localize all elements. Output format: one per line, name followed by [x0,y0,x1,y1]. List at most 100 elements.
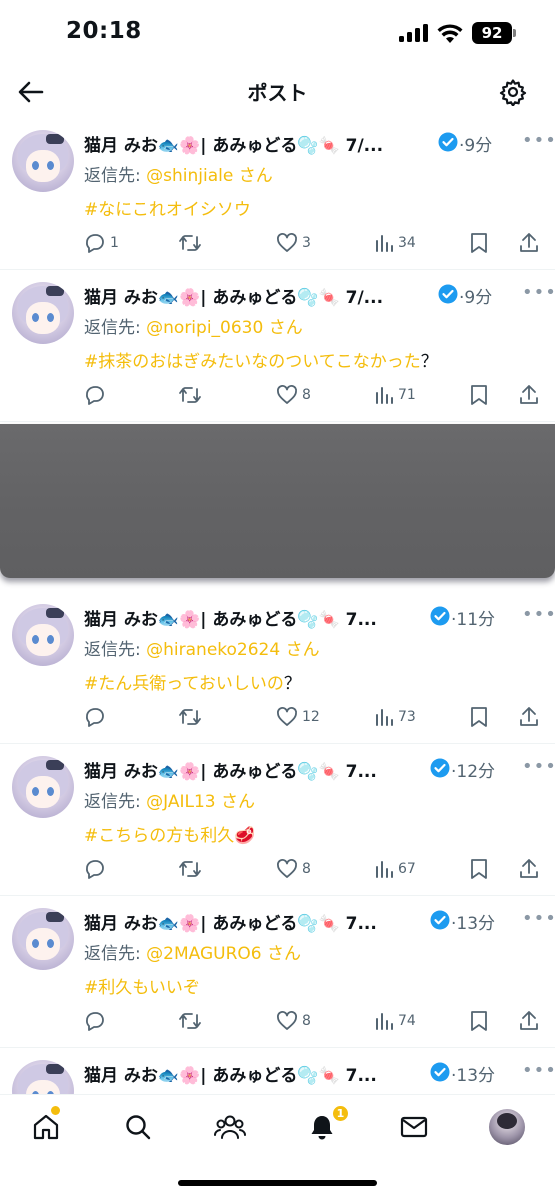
like-button[interactable]: 8 [276,1008,311,1034]
search-icon [126,1115,151,1140]
views-button[interactable]: 74 [374,1008,416,1034]
share-button[interactable] [519,704,539,730]
hashtag[interactable]: #抹茶のおはぎみたいなのついてこなかった [84,352,421,372]
more-options-icon[interactable]: ••• [522,282,555,303]
share-button[interactable] [519,382,539,408]
bookmark-icon [471,233,487,253]
reply-post[interactable]: 猫月 みお🐟🌸| あみゅどる🫧🍬 7... ·13分 ••• 返信先: @2MA… [0,896,555,1048]
bookmark-button[interactable] [470,1008,488,1034]
reply-button[interactable] [84,382,110,408]
reply-handle[interactable]: @shinjiale [146,166,233,186]
repost-button[interactable] [178,230,206,256]
wifi-icon [437,24,463,43]
more-options-icon[interactable]: ••• [522,756,555,777]
reply-to-line: 返信先: @shinjiale さん [84,161,273,186]
share-button[interactable] [519,856,539,882]
hashtag[interactable]: #利久もいいぞ [84,978,200,998]
action-bar: 8 71 [84,382,544,408]
repost-button[interactable] [178,704,206,730]
avatar[interactable] [12,756,74,818]
reply-icon [86,860,104,879]
repost-icon [179,387,201,403]
share-button[interactable] [519,230,539,256]
like-button[interactable]: 8 [276,382,311,408]
reply-post[interactable]: 猫月 みお🐟🌸| あみゅどる🫧🍬 7... ·12分 ••• 返信先: @JAI… [0,744,555,896]
avatar[interactable] [12,130,74,192]
views-button[interactable]: 73 [374,704,416,730]
verified-badge-icon [430,910,450,930]
more-options-icon[interactable]: ••• [522,130,555,151]
view-count: 73 [398,709,416,725]
reply-handle[interactable]: @JAIL13 [146,792,215,812]
bookmark-icon [471,707,487,727]
display-name[interactable]: 猫月 みお🐟🌸| あみゅどる🫧🍬 7... [84,909,377,934]
display-name[interactable]: 猫月 みお🐟🌸| あみゅどる🫧🍬 7/... [84,283,383,308]
like-count: 8 [302,1013,311,1029]
repost-button[interactable] [178,856,206,882]
reply-suffix: さん [215,792,256,812]
share-button[interactable] [519,1008,539,1034]
hashtag[interactable]: #こちらの方も利久🥩 [84,826,255,846]
bookmark-button[interactable] [470,230,488,256]
display-name[interactable]: 猫月 みお🐟🌸| あみゅどる🫧🍬 7... [84,757,377,782]
reply-button[interactable]: 1 [84,230,119,256]
top-header: ポスト [0,66,555,118]
avatar[interactable] [12,604,74,666]
reply-handle[interactable]: @noripi_0630 [146,318,263,338]
bookmark-button[interactable] [470,704,488,730]
reply-post[interactable]: 猫月 みお🐟🌸| あみゅどる🫧🍬 7/... ·9分 ••• 返信先: @shi… [0,118,555,270]
view-count: 34 [398,235,416,251]
bar-chart-icon [376,387,393,404]
status-bar: 20:18 92 [0,0,555,66]
post-time: ·13分 [451,914,496,934]
heart-icon [277,1011,297,1030]
reply-button[interactable] [84,1008,110,1034]
nav-messages[interactable] [394,1107,434,1147]
reply-feed: 猫月 みお🐟🌸| あみゅどる🫧🍬 7/... ·9分 ••• 返信先: @shi… [0,118,555,422]
mail-icon [400,1116,428,1138]
nav-profile-avatar[interactable] [489,1109,525,1145]
like-button[interactable]: 12 [276,704,320,730]
nav-search[interactable] [118,1107,158,1147]
display-name[interactable]: 猫月 みお🐟🌸| あみゅどる🫧🍬 7/... [84,131,383,156]
post-text: #抹茶のおはぎみたいなのついてこなかった？ [84,347,438,372]
hashtag[interactable]: #たん兵衛っておいしいの [84,674,284,694]
reply-button[interactable] [84,856,110,882]
heart-icon [277,859,297,878]
avatar[interactable] [12,908,74,970]
gray-placeholder-block [0,424,555,578]
hashtag[interactable]: #なにこれオイシソウ [84,200,251,220]
nav-communities[interactable] [210,1107,250,1147]
reply-handle[interactable]: @2MAGURO6 [146,944,261,964]
more-options-icon[interactable]: ••• [522,1060,555,1081]
reply-handle[interactable]: @hiraneko2624 [146,640,280,660]
battery-tip [513,29,516,37]
people-icon [214,1115,246,1139]
views-button[interactable]: 34 [374,230,416,256]
views-button[interactable]: 71 [374,382,416,408]
post-time: ·9分 [459,288,493,308]
more-options-icon[interactable]: ••• [522,908,555,929]
like-button[interactable]: 3 [276,230,311,256]
settings-button[interactable] [496,75,530,109]
home-indicator[interactable] [178,1180,377,1186]
views-button[interactable]: 67 [374,856,416,882]
reply-button[interactable] [84,704,110,730]
reply-icon [86,708,104,727]
bookmark-button[interactable] [470,856,488,882]
reply-post[interactable]: 猫月 みお🐟🌸| あみゅどる🫧🍬 7... ·11分 ••• 返信先: @hir… [0,592,555,744]
display-name[interactable]: 猫月 みお🐟🌸| あみゅどる🫧🍬 7... [84,1061,377,1086]
bookmark-icon [471,1011,487,1031]
reply-post[interactable]: 猫月 みお🐟🌸| あみゅどる🫧🍬 7/... ·9分 ••• 返信先: @nor… [0,270,555,422]
repost-button[interactable] [178,382,206,408]
display-name[interactable]: 猫月 みお🐟🌸| あみゅどる🫧🍬 7... [84,605,377,630]
bookmark-button[interactable] [470,382,488,408]
share-icon [520,707,538,726]
avatar[interactable] [12,282,74,344]
nav-home[interactable] [26,1107,66,1147]
like-button[interactable]: 8 [276,856,311,882]
repost-button[interactable] [178,1008,206,1034]
battery-level: 92 [472,22,512,44]
page-title: ポスト [247,81,308,105]
more-options-icon[interactable]: ••• [522,604,555,625]
